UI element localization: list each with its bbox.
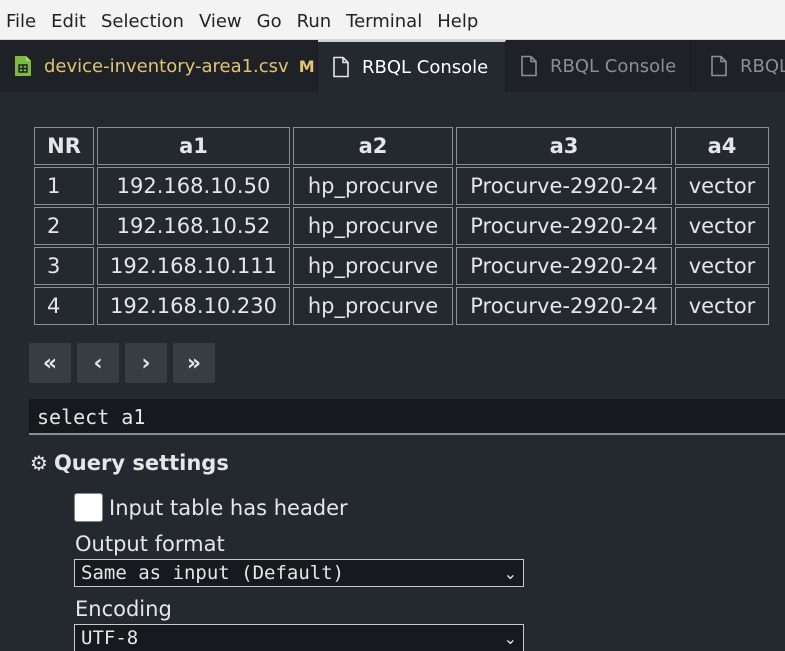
- query-input[interactable]: select a1: [29, 399, 785, 435]
- table-cell: hp_procurve: [293, 247, 453, 285]
- file-icon: [711, 55, 727, 77]
- tab-bar: device-inventory-area1.csv M RBQL Consol…: [0, 40, 785, 92]
- menu-edit[interactable]: Edit: [51, 0, 86, 42]
- output-format-label: Output format: [75, 532, 225, 556]
- result-table: NR a1 a2 a3 a4 1 192.168.10.50 hp_procur…: [31, 125, 772, 327]
- menu-help[interactable]: Help: [437, 0, 478, 42]
- table-row: 2 192.168.10.52 hp_procurve Procurve-292…: [34, 207, 769, 245]
- table-cell: 192.168.10.111: [97, 247, 290, 285]
- last-page-button[interactable]: »: [173, 343, 215, 383]
- tab-rbql-label: RBQL Console: [362, 56, 489, 78]
- tab-rbql-label: RBQL: [740, 55, 785, 77]
- menu-view[interactable]: View: [199, 0, 242, 42]
- previous-page-button[interactable]: ‹: [77, 343, 119, 383]
- table-cell-nr: 3: [34, 247, 94, 285]
- table-row: 1 192.168.10.50 hp_procurve Procurve-292…: [34, 167, 769, 205]
- gear-icon: ⚙: [30, 451, 48, 475]
- encoding-select[interactable]: UTF-8 ⌄: [74, 624, 524, 651]
- chevron-down-icon: ⌄: [503, 564, 517, 583]
- query-settings-toggle[interactable]: ⚙ Query settings: [30, 451, 229, 475]
- output-format-value: Same as input (Default): [81, 562, 345, 584]
- query-settings-title: Query settings: [53, 451, 229, 475]
- tab-rbql-label: RBQL Console: [550, 55, 677, 77]
- tab-rbql-console-2[interactable]: RBQL Console: [506, 40, 696, 92]
- column-header-a3: a3: [456, 127, 672, 165]
- next-page-button[interactable]: ›: [125, 343, 167, 383]
- tab-rbql-console-3[interactable]: RBQL: [696, 40, 785, 92]
- csv-file-icon: [15, 56, 31, 76]
- first-page-button[interactable]: «: [29, 343, 71, 383]
- table-cell: vector: [675, 167, 769, 205]
- table-cell: Procurve-2920-24: [456, 167, 672, 205]
- column-header-a4: a4: [675, 127, 769, 165]
- table-cell: 192.168.10.50: [97, 167, 290, 205]
- menu-terminal[interactable]: Terminal: [346, 0, 422, 42]
- output-format-select[interactable]: Same as input (Default) ⌄: [74, 559, 524, 587]
- table-cell: hp_procurve: [293, 207, 453, 245]
- input-has-header-label: Input table has header: [109, 495, 348, 520]
- encoding-label: Encoding: [75, 597, 172, 621]
- menu-go[interactable]: Go: [257, 0, 282, 42]
- table-cell-nr: 1: [34, 167, 94, 205]
- table-cell: vector: [675, 247, 769, 285]
- menu-selection[interactable]: Selection: [101, 0, 184, 42]
- modified-badge: M: [298, 56, 315, 76]
- encoding-value: UTF-8: [81, 627, 139, 649]
- table-cell: 192.168.10.230: [97, 287, 290, 325]
- menu-file[interactable]: File: [6, 0, 36, 42]
- tab-rbql-console-active[interactable]: RBQL Console: [318, 40, 506, 92]
- column-header-nr: NR: [34, 127, 94, 165]
- file-icon: [333, 56, 349, 78]
- header-checkbox-row: Input table has header: [74, 493, 348, 522]
- table-row: 4 192.168.10.230 hp_procurve Procurve-29…: [34, 287, 769, 325]
- tab-csv-label: device-inventory-area1.csv: [44, 55, 289, 77]
- table-cell-nr: 4: [34, 287, 94, 325]
- file-icon: [521, 55, 537, 77]
- tab-csv-file[interactable]: device-inventory-area1.csv M: [0, 40, 318, 92]
- table-cell-nr: 2: [34, 207, 94, 245]
- table-row: 3 192.168.10.111 hp_procurve Procurve-29…: [34, 247, 769, 285]
- table-cell: hp_procurve: [293, 167, 453, 205]
- input-has-header-checkbox[interactable]: [74, 493, 103, 522]
- column-header-a2: a2: [293, 127, 453, 165]
- table-cell: hp_procurve: [293, 287, 453, 325]
- table-cell: Procurve-2920-24: [456, 207, 672, 245]
- chevron-down-icon: ⌄: [503, 629, 517, 648]
- table-cell: Procurve-2920-24: [456, 287, 672, 325]
- table-cell: 192.168.10.52: [97, 207, 290, 245]
- pager: « ‹ › »: [29, 343, 221, 383]
- table-header-row: NR a1 a2 a3 a4: [34, 127, 769, 165]
- table-cell: Procurve-2920-24: [456, 247, 672, 285]
- menu-run[interactable]: Run: [297, 0, 332, 42]
- column-header-a1: a1: [97, 127, 290, 165]
- table-cell: vector: [675, 207, 769, 245]
- menu-bar: File Edit Selection View Go Run Terminal…: [0, 0, 785, 40]
- table-cell: vector: [675, 287, 769, 325]
